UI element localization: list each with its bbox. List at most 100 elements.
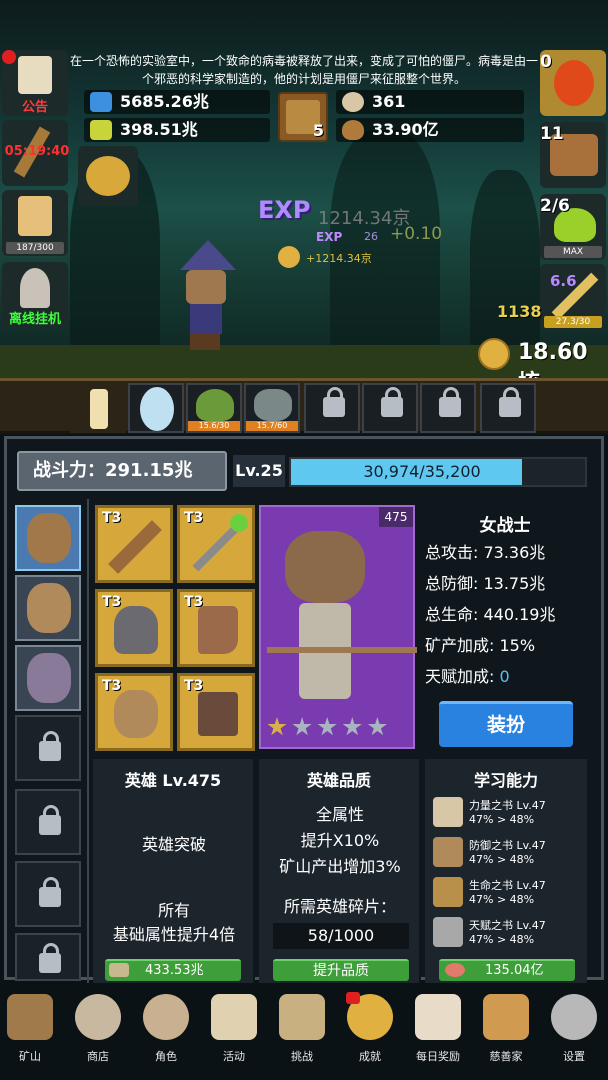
star-icon — [267, 717, 287, 736]
nav-philanthropist[interactable]: 慈善家 — [474, 990, 538, 1076]
sword-button[interactable]: 6.6 27.3/30 — [540, 264, 606, 330]
star-icon — [292, 717, 312, 736]
nav-character[interactable]: 角色 — [134, 990, 198, 1076]
gear-hair[interactable]: T3 — [95, 673, 173, 751]
skull-icon — [143, 994, 189, 1040]
shell-icon — [75, 994, 121, 1040]
map-icon — [279, 994, 325, 1040]
hotbar-slot-locked[interactable] — [480, 383, 536, 433]
stat-health: 总生命: 440.19兆 — [425, 605, 556, 624]
boot-icon — [198, 606, 238, 654]
resource-yellow-potion: 398.51兆 — [84, 118, 270, 142]
hero-quality-column: 英雄品质 全属性 提升X10% 矿山产出增加3% 所需英雄碎片： 58/1000… — [259, 759, 421, 983]
hero-thumb-locked[interactable] — [15, 933, 81, 981]
golden-key-icon — [86, 156, 130, 196]
gear-staff[interactable]: T3 — [177, 505, 255, 583]
lock-icon — [323, 387, 345, 417]
strength-book-icon — [433, 797, 463, 827]
scroll-icon — [18, 56, 52, 94]
gear-armor[interactable]: T3 — [177, 673, 255, 751]
learn-button[interactable]: 135.04亿 — [439, 959, 575, 981]
resource-shell: 361 — [336, 90, 524, 114]
book-defense[interactable]: 防御之书 Lv.47 47% > 48% — [433, 835, 583, 873]
envelope-icon — [415, 994, 461, 1040]
breakthrough-button[interactable]: 433.53兆 — [105, 959, 241, 981]
hero-thumb-brawler[interactable] — [15, 575, 81, 641]
hero-thumb-locked[interactable] — [15, 861, 81, 927]
hotbar-slot-locked[interactable] — [304, 383, 360, 433]
stat-defense: 总防御: 13.75兆 — [425, 574, 546, 593]
gear-boots[interactable]: T3 — [177, 589, 255, 667]
gear-helmet[interactable]: T3 — [95, 589, 173, 667]
nav-daily-reward[interactable]: 每日奖励 — [406, 990, 470, 1076]
gold-coin-icon — [478, 338, 510, 370]
hero-thumb-locked[interactable] — [15, 715, 81, 781]
hotbar-slot[interactable] — [70, 383, 126, 433]
combat-power: 战斗力：291.15兆 — [17, 451, 227, 491]
hotbar-slot-locked[interactable] — [420, 383, 476, 433]
chest-button[interactable]: 11 — [540, 122, 606, 188]
gem-icon — [230, 514, 248, 532]
hero-thumb-witch[interactable] — [15, 645, 81, 711]
book-item[interactable]: 5 — [278, 92, 328, 142]
dress-up-button[interactable]: 装扮 — [439, 701, 573, 747]
hero-panel: 战斗力：291.15兆 Lv.25 30,974/35,200 T3 T3 T3… — [4, 436, 604, 983]
lock-icon — [439, 387, 461, 417]
hero-thumb-locked[interactable] — [15, 789, 81, 855]
book-strength[interactable]: 力量之书 Lv.47 47% > 48% — [433, 795, 583, 833]
lantern-icon — [7, 994, 53, 1040]
witch-hero-sprite — [176, 240, 240, 350]
gear-icon — [551, 994, 597, 1040]
star-icon — [342, 717, 362, 736]
torch-button[interactable]: 05:19:40 — [2, 120, 69, 186]
nav-achievements[interactable]: 成就 — [338, 990, 402, 1076]
bread-icon — [483, 994, 529, 1040]
hotbar-slot[interactable] — [128, 383, 184, 433]
health-book-icon — [433, 877, 463, 907]
item-hotbar: 15.6/30 15.7/60 — [0, 378, 608, 434]
lock-icon — [39, 943, 61, 973]
lock-icon — [39, 731, 61, 761]
offline-idle-button[interactable]: 离线挂机 — [2, 262, 68, 328]
hotbar-slot-locked[interactable] — [362, 383, 418, 433]
stat-talent-bonus: 天赋加成: 0 — [425, 667, 510, 686]
notice-button[interactable]: 公告 — [2, 50, 68, 116]
notification-dot — [2, 50, 16, 64]
gray-zombie-icon — [254, 389, 292, 421]
nav-settings[interactable]: 设置 — [542, 990, 606, 1076]
book-talent[interactable]: 天赋之书 Lv.47 47% > 48% — [433, 915, 583, 953]
hotbar-slot[interactable]: 15.7/60 — [244, 383, 300, 433]
nav-events[interactable]: 活动 — [202, 990, 266, 1076]
helmet-icon — [114, 606, 158, 654]
nut-icon — [342, 120, 364, 140]
scroll-icon — [211, 994, 257, 1040]
key-icon — [20, 268, 50, 308]
star-icon — [367, 717, 387, 736]
slime-button[interactable]: 2/6 MAX — [540, 194, 606, 260]
egg-icon — [140, 387, 174, 431]
potion-button[interactable]: 0 — [540, 50, 606, 116]
hero-thumb-warrior[interactable] — [15, 505, 81, 571]
book-health[interactable]: 生命之书 Lv.47 47% > 48% — [433, 875, 583, 913]
notification-dot — [346, 992, 360, 1004]
nav-mine[interactable]: 矿山 — [0, 990, 62, 1076]
upgrade-quality-button[interactable]: 提升品质 — [273, 959, 409, 981]
beer-mug-icon — [18, 196, 52, 236]
hero-sword — [267, 647, 417, 653]
yellow-potion-icon — [90, 120, 112, 140]
hero-face-icon — [27, 513, 71, 563]
defense-book-icon — [433, 837, 463, 867]
exp-bar: 30,974/35,200 — [289, 457, 587, 487]
shell-icon — [342, 92, 364, 112]
game-scene: 在一个恐怖的实验室中，一个致命的病毒被释放了出来，变成了可怕的僵尸。病毒是由一个… — [0, 0, 608, 378]
learning-column: 学习能力 力量之书 Lv.47 47% > 48% 防御之书 Lv.47 47%… — [425, 759, 587, 983]
lock-icon — [499, 387, 521, 417]
gear-weapon[interactable]: T3 — [95, 505, 173, 583]
beer-button[interactable]: 187/300 — [2, 190, 68, 256]
hero-portrait-card: 475 — [259, 505, 417, 749]
hotbar-slot[interactable]: 15.6/30 — [186, 383, 242, 433]
golden-key-button[interactable] — [78, 146, 138, 206]
nav-shop[interactable]: 商店 — [66, 990, 130, 1076]
talent-book-icon — [433, 917, 463, 947]
nav-challenge[interactable]: 挑战 — [270, 990, 334, 1076]
